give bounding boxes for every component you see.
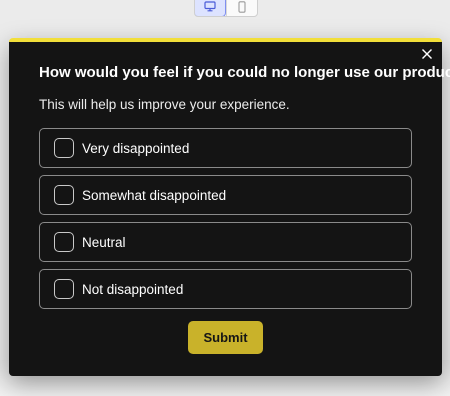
checkbox[interactable]: [54, 185, 74, 205]
answer-options: Very disappointed Somewhat disappointed …: [39, 128, 412, 316]
close-button[interactable]: [420, 47, 434, 61]
phone-icon: [238, 0, 246, 13]
option-not-disappointed[interactable]: Not disappointed: [39, 269, 412, 309]
survey-question: How would you feel if you could no longe…: [39, 64, 450, 81]
option-label: Neutral: [82, 234, 126, 250]
mobile-view-button[interactable]: [226, 0, 257, 16]
desktop-view-button[interactable]: [195, 0, 226, 16]
option-label: Somewhat disappointed: [82, 187, 227, 203]
option-very-disappointed[interactable]: Very disappointed: [39, 128, 412, 168]
option-label: Very disappointed: [82, 140, 190, 156]
survey-modal: How would you feel if you could no longe…: [9, 38, 450, 376]
checkbox[interactable]: [54, 232, 74, 252]
survey-subtitle: This will help us improve your experienc…: [39, 97, 290, 112]
device-preview-toggle: [194, 0, 258, 17]
submit-button[interactable]: Submit: [188, 321, 263, 354]
option-neutral[interactable]: Neutral: [39, 222, 412, 262]
close-icon: [422, 49, 432, 59]
option-somewhat-disappointed[interactable]: Somewhat disappointed: [39, 175, 412, 215]
monitor-icon: [204, 1, 216, 12]
checkbox[interactable]: [54, 279, 74, 299]
checkbox[interactable]: [54, 138, 74, 158]
option-label: Not disappointed: [82, 281, 184, 297]
